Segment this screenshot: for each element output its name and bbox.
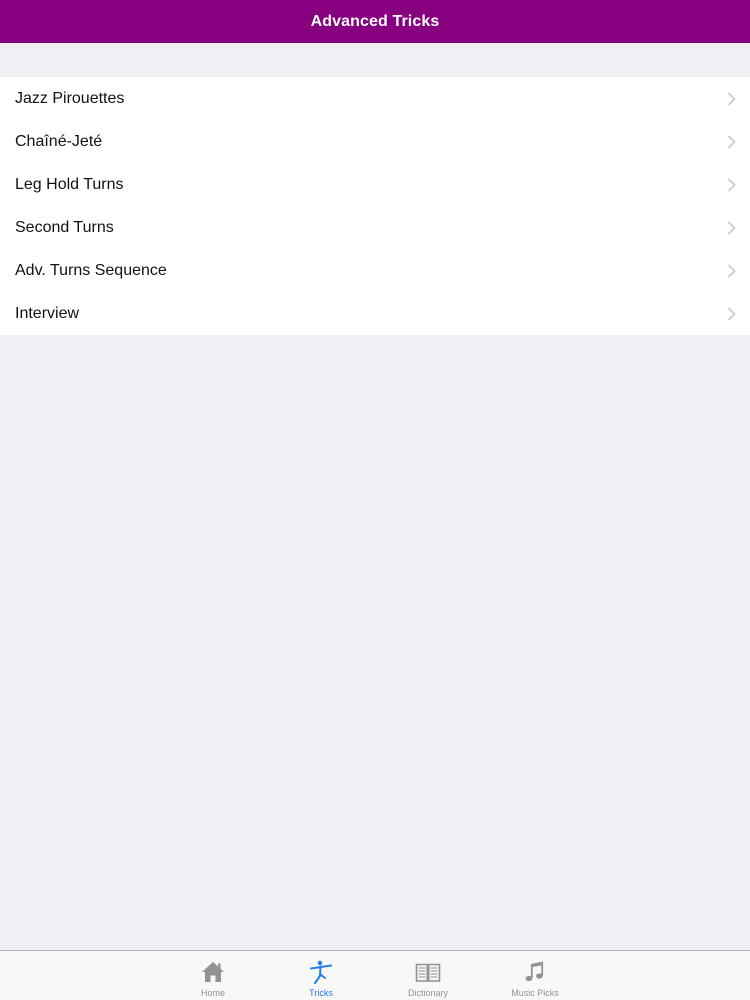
tricks-list: Jazz Pirouettes Chaîné-Jeté Leg Hold Tur…: [0, 77, 750, 335]
list-item-label: Chaîné-Jeté: [15, 132, 103, 150]
book-icon: [415, 963, 441, 982]
music-note-icon: [525, 961, 544, 982]
list-item-leg-hold-turns[interactable]: Leg Hold Turns: [0, 163, 750, 206]
dancer-icon: [310, 960, 332, 984]
list-item-adv-turns-sequence[interactable]: Adv. Turns Sequence: [0, 249, 750, 292]
tab-tricks[interactable]: Tricks: [276, 951, 366, 1000]
tab-label: Dictionary: [407, 988, 448, 998]
chevron-right-icon: [727, 306, 736, 321]
chevron-right-icon: [727, 134, 736, 149]
chevron-right-icon: [727, 220, 736, 235]
list-item-jazz-pirouettes[interactable]: Jazz Pirouettes: [0, 77, 750, 120]
tab-label: Home: [200, 988, 225, 998]
tab-bar: Home Tricks Dictionary Music Picks: [0, 950, 750, 1000]
list-item-label: Leg Hold Turns: [15, 175, 124, 193]
list-item-label: Interview: [15, 304, 80, 322]
tab-dictionary[interactable]: Dictionary: [383, 951, 473, 1000]
app-screen: Advanced Tricks Jazz Pirouettes Chaîné-J…: [0, 0, 750, 1000]
list-item-interview[interactable]: Interview: [0, 292, 750, 335]
list-item-second-turns[interactable]: Second Turns: [0, 206, 750, 249]
home-icon: [202, 962, 224, 982]
tab-label: Tricks: [309, 988, 333, 998]
list-item-label: Second Turns: [15, 218, 114, 236]
chevron-right-icon: [727, 177, 736, 192]
chevron-right-icon: [727, 91, 736, 106]
tab-music-picks[interactable]: Music Picks: [490, 951, 580, 1000]
page-title: Advanced Tricks: [310, 12, 440, 30]
tab-home[interactable]: Home: [168, 951, 258, 1000]
list-item-chaine-jete[interactable]: Chaîné-Jeté: [0, 120, 750, 163]
chevron-right-icon: [727, 263, 736, 278]
navigation-bar: Advanced Tricks: [0, 0, 750, 43]
tab-label: Music Picks: [511, 988, 559, 998]
list-item-label: Jazz Pirouettes: [15, 89, 125, 107]
list-item-label: Adv. Turns Sequence: [15, 261, 167, 279]
